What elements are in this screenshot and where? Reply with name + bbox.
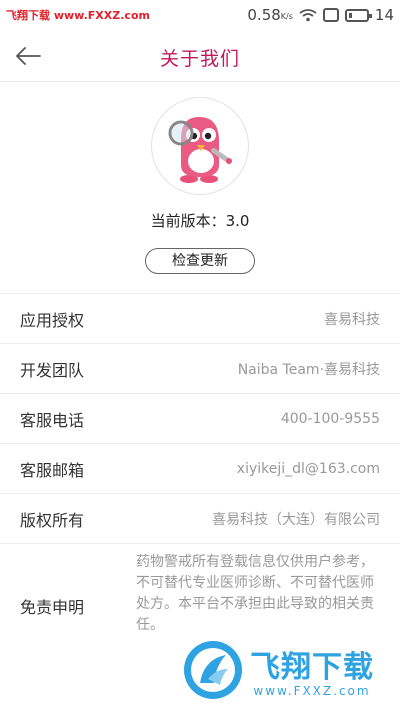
disclaimer-text: 药物警戒所有登载信息仅供用户参考，不可替代专业医师诊断、不可替代医师处方。本平台…: [136, 554, 374, 633]
email-address[interactable]: xiyikeji_dl@163.com: [237, 461, 380, 477]
fxxz-logo-icon: [184, 641, 242, 699]
info-value: Naiba Team·喜易科技: [237, 361, 380, 378]
info-label: 版权所有: [20, 510, 85, 530]
info-value: 喜易科技（大连）有限公司: [212, 511, 380, 528]
info-label: 开发团队: [20, 360, 85, 380]
status-indicators: 0.58K/s 14: [247, 4, 394, 26]
info-label: 客服邮箱: [20, 460, 85, 480]
app-logo: [151, 97, 249, 195]
recent-apps-icon: [322, 8, 339, 22]
clock-time: 14: [374, 6, 394, 24]
mascot-icon: [168, 117, 232, 183]
info-list: 应用授权 喜易科技 开发团队 Naiba Team·喜易科技 客服电话 400-…: [0, 294, 400, 664]
app-header: 关于我们: [0, 30, 400, 82]
network-speed-unit: K/s: [280, 12, 293, 21]
watermark-name: 飞翔下载: [250, 650, 374, 685]
watermark-text: 飞翔下载 www.FXXZ.com: [6, 9, 150, 22]
watermark-bottom: 飞翔下载 www.FXXZ.com: [182, 635, 392, 705]
battery-icon: [344, 8, 372, 22]
check-update-button[interactable]: 检查更新: [145, 248, 255, 274]
info-row-phone[interactable]: 客服电话 400-100-9555: [0, 394, 400, 444]
info-value: 喜易科技: [324, 311, 380, 328]
network-speed: 0.58K/s: [247, 6, 293, 24]
watermark-text-group: 飞翔下载 www.FXXZ.com: [250, 642, 374, 698]
info-label: 应用授权: [20, 310, 85, 330]
version-text: 当前版本：3.0: [150, 212, 250, 230]
info-label: 客服电话: [20, 410, 85, 430]
wifi-icon: [299, 9, 317, 22]
info-label: 免责申明: [20, 598, 85, 617]
info-row-team: 开发团队 Naiba Team·喜易科技: [0, 344, 400, 394]
profile-section: 当前版本：3.0 检查更新: [0, 83, 400, 293]
network-speed-value: 0.58: [247, 6, 281, 24]
info-row-license: 应用授权 喜易科技: [0, 294, 400, 344]
info-row-email[interactable]: 客服邮箱 xiyikeji_dl@163.com: [0, 444, 400, 494]
info-row-copyright: 版权所有 喜易科技（大连）有限公司: [0, 494, 400, 544]
phone-number[interactable]: 400-100-9555: [281, 411, 380, 427]
status-bar: 飞翔下载 www.FXXZ.com 0.58K/s 14: [0, 0, 400, 30]
page-title: 关于我们: [159, 48, 240, 70]
watermark-url: www.FXXZ.com: [253, 684, 371, 698]
